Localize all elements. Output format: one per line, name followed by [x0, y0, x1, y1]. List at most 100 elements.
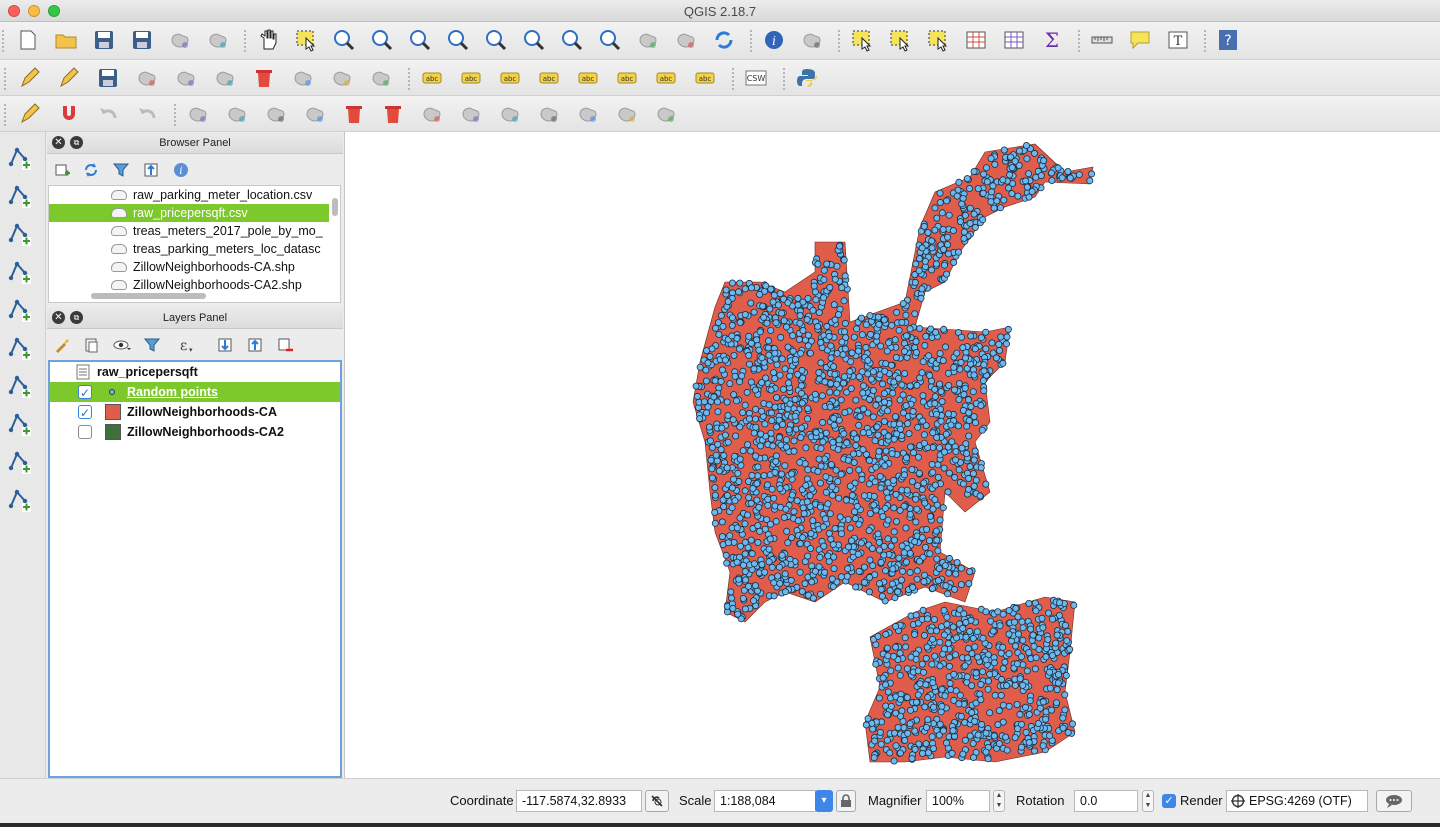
new-print-composer-button[interactable] [166, 26, 194, 54]
browser-tree[interactable]: ZillowNeighborhoods-CA2.shp ZillowNeighbo… [48, 185, 341, 303]
pin-labels-button[interactable]: abc [496, 64, 524, 92]
zoom-to-selection-button[interactable] [482, 26, 510, 54]
zoom-next-button[interactable] [596, 26, 624, 54]
float-panel-icon[interactable]: ⧉ [70, 136, 83, 149]
map-canvas[interactable] [344, 132, 1440, 778]
magnifier-field[interactable]: 100% [926, 790, 990, 812]
fill-ring-button[interactable] [301, 100, 329, 128]
save-edits-button[interactable] [94, 64, 122, 92]
crs-status-button[interactable]: EPSG:4269 (OTF) [1226, 790, 1368, 812]
refresh-icon[interactable] [81, 160, 101, 180]
zoom-out-button[interactable] [368, 26, 396, 54]
toolbar-grip[interactable] [1204, 30, 1208, 52]
python-console-button[interactable] [793, 64, 821, 92]
move-label-button[interactable]: abc [613, 64, 641, 92]
zoom-full-button[interactable] [444, 26, 472, 54]
toolbar-grip[interactable] [732, 68, 736, 90]
filter-icon[interactable] [111, 160, 131, 180]
pan-to-selection-button[interactable] [292, 26, 320, 54]
rotate-label-button[interactable]: abc [652, 64, 680, 92]
toolbar-grip[interactable] [4, 68, 8, 90]
layer-visibility-checkbox[interactable] [78, 425, 92, 439]
show-hide-labels-button[interactable]: abc [535, 64, 563, 92]
remove-layer-icon[interactable] [275, 335, 295, 355]
show-bookmarks-button[interactable] [672, 26, 700, 54]
toolbar-grip[interactable] [244, 30, 248, 52]
toolbar-grip[interactable] [750, 30, 754, 52]
current-edits-button[interactable] [16, 64, 44, 92]
add-selected-layers-icon[interactable] [52, 160, 72, 180]
csw-button[interactable]: CSW [742, 64, 770, 92]
add-wfs-layer-icon[interactable] [5, 370, 35, 400]
add-ring-button[interactable] [223, 100, 251, 128]
copy-features-button[interactable] [328, 64, 356, 92]
browser-vertical-scrollbar[interactable] [332, 198, 338, 216]
node-tool-button[interactable] [211, 64, 239, 92]
layer-item[interactable]: Random points [50, 382, 340, 403]
undo-button[interactable] [94, 100, 122, 128]
toolbar-grip[interactable] [4, 104, 8, 126]
simplify-feature-button[interactable] [184, 100, 212, 128]
add-feature-button[interactable] [133, 64, 161, 92]
toggle-editing-button[interactable] [55, 64, 83, 92]
cut-features-button[interactable] [289, 64, 317, 92]
collapse-all-icon[interactable] [141, 160, 161, 180]
text-annotation-button[interactable]: T [1164, 26, 1192, 54]
show-pinned-labels-button[interactable]: abc [574, 64, 602, 92]
properties-info-icon[interactable]: i [171, 160, 191, 180]
merge-attributes-button[interactable] [613, 100, 641, 128]
layer-item[interactable]: raw_pricepersqft [50, 362, 340, 382]
browser-horizontal-scrollbar[interactable] [91, 293, 206, 299]
add-postgis-layer-icon[interactable] [5, 256, 35, 286]
label-button[interactable]: abc [418, 64, 446, 92]
redo-button[interactable] [133, 100, 161, 128]
map-tips-button[interactable] [1126, 26, 1154, 54]
toolbar-grip[interactable] [838, 30, 842, 52]
browser-item[interactable]: ZillowNeighborhoods-CA.shp [49, 258, 329, 276]
field-calculator-button[interactable] [1000, 26, 1028, 54]
statistical-summary-button[interactable]: Σ [1038, 26, 1066, 54]
close-panel-icon[interactable]: ✕ [52, 311, 65, 324]
lock-scale-icon[interactable] [836, 790, 856, 812]
move-feature-button[interactable] [172, 64, 200, 92]
refresh-button[interactable] [710, 26, 738, 54]
rotation-field[interactable]: 0.0 [1074, 790, 1138, 812]
digitizing-button[interactable] [16, 100, 44, 128]
coordinate-field[interactable]: -117.5874,32.8933 [516, 790, 642, 812]
messages-icon[interactable] [1376, 790, 1412, 812]
open-layer-styling-icon[interactable] [52, 335, 72, 355]
enable-snapping-button[interactable] [55, 100, 83, 128]
composer-manager-button[interactable] [204, 26, 232, 54]
split-features-button[interactable] [496, 100, 524, 128]
manage-map-themes-icon[interactable] [112, 335, 132, 355]
layer-visibility-checkbox[interactable] [78, 383, 92, 403]
layer-visibility-checkbox[interactable] [78, 403, 92, 423]
zoom-last-button[interactable] [558, 26, 586, 54]
new-project-button[interactable] [14, 26, 42, 54]
filter-by-expression-icon[interactable]: ε ▾ [177, 335, 197, 355]
layer-item[interactable]: ZillowNeighborhoods-CA2 [50, 422, 340, 442]
toggle-extents-icon[interactable] [645, 790, 669, 812]
change-label-button[interactable]: abc [691, 64, 719, 92]
scale-combobox[interactable]: 1:188,084 [714, 790, 816, 812]
toolbar-grip[interactable] [408, 68, 412, 90]
add-vector-layer-icon[interactable] [5, 142, 35, 172]
add-delimited-text-layer-icon[interactable] [5, 218, 35, 248]
merge-features-button[interactable] [574, 100, 602, 128]
filter-legend-icon[interactable] [142, 335, 162, 355]
toolbar-grip[interactable] [174, 104, 178, 126]
add-group-icon[interactable] [82, 335, 102, 355]
attribute-table-button[interactable] [962, 26, 990, 54]
select-features-button[interactable] [848, 26, 876, 54]
layers-tree[interactable]: raw_pricepersqft Random points ZillowNeigh… [48, 360, 342, 778]
open-project-button[interactable] [52, 26, 80, 54]
close-panel-icon[interactable]: ✕ [52, 136, 65, 149]
render-checkbox[interactable]: ✓ [1162, 794, 1176, 808]
browser-item[interactable]: raw_parking_meter_location.csv [49, 186, 329, 204]
new-memory-layer-icon[interactable] [5, 484, 35, 514]
rotate-point-symbols-button[interactable] [652, 100, 680, 128]
diagram-button[interactable]: abc [457, 64, 485, 92]
toolbar-grip[interactable] [1078, 30, 1082, 52]
reshape-features-button[interactable] [418, 100, 446, 128]
float-panel-icon[interactable]: ⧉ [70, 311, 83, 324]
